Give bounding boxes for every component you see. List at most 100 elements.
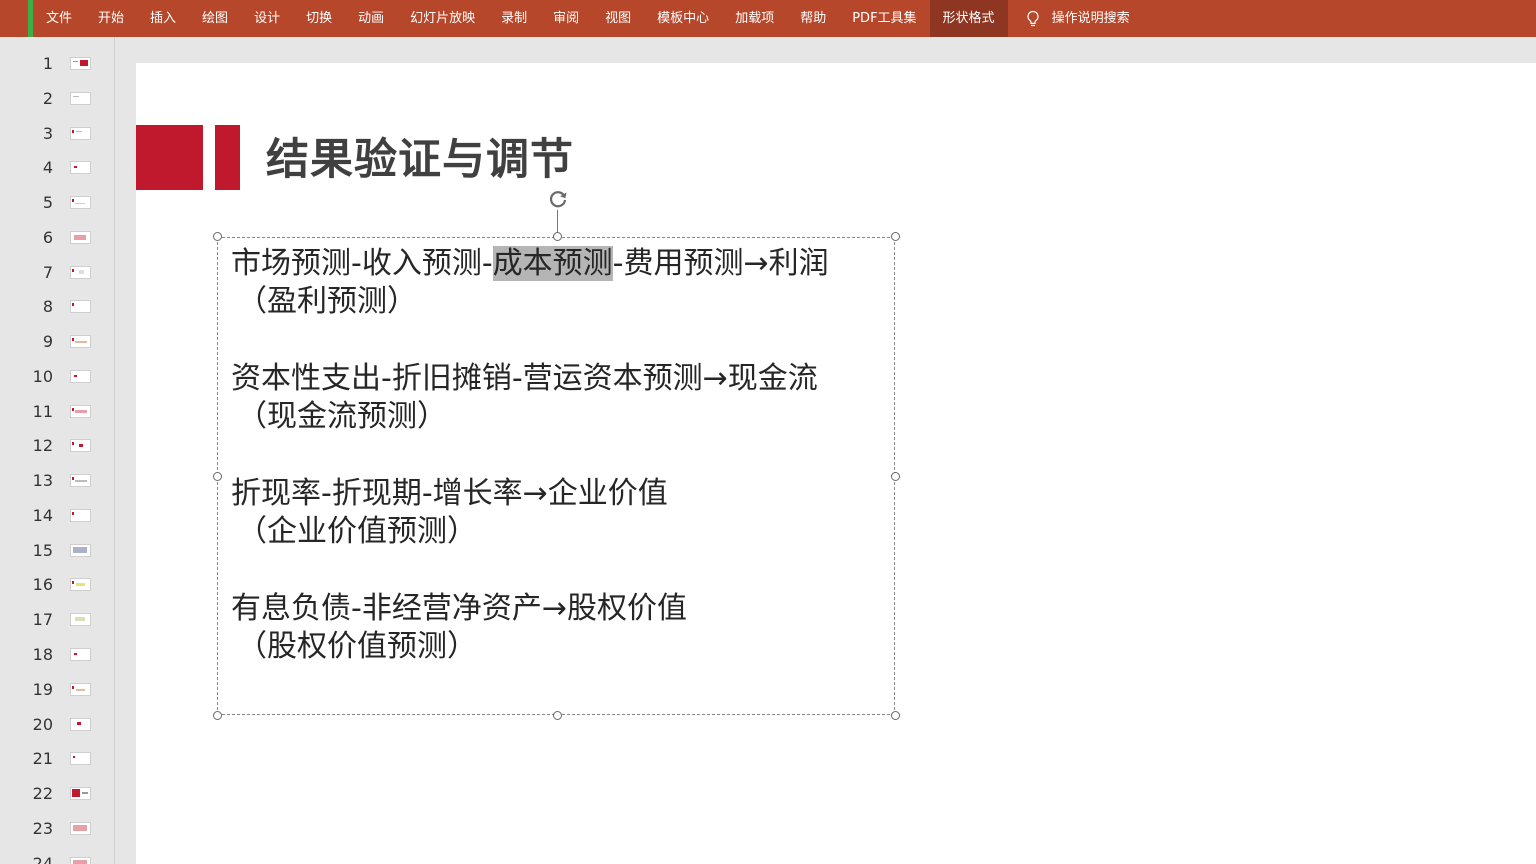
- paragraph-subline: （现金流预测）: [237, 399, 447, 434]
- slide-number: 10: [32, 367, 53, 386]
- slide-number: 9: [42, 332, 53, 351]
- slide-number: 17: [32, 610, 53, 629]
- paragraph-line: 资本性支出-折旧摊销-营运资本预测→现金流: [231, 361, 818, 396]
- slide-title[interactable]: 结果验证与调节: [266, 130, 574, 190]
- slide-thumbnail[interactable]: 14: [0, 500, 114, 530]
- tab-pdf-tools[interactable]: PDF工具集: [839, 0, 929, 37]
- slide-thumbnail[interactable]: 3: [0, 118, 114, 148]
- slide-thumbnail[interactable]: 7: [0, 257, 114, 287]
- line-text: 市场预测-收入预测-: [231, 246, 493, 281]
- slide-number: 22: [32, 784, 53, 803]
- tab-slideshow[interactable]: 幻灯片放映: [397, 0, 488, 37]
- slide-thumbnail[interactable]: 21: [0, 743, 114, 773]
- text-paragraph[interactable]: 市场预测-收入预测-成本预测-费用预测→利润 （盈利预测）: [231, 245, 829, 321]
- slide-thumbnail[interactable]: 4: [0, 152, 114, 182]
- slide-preview: [70, 683, 91, 696]
- tab-help[interactable]: 帮助: [787, 0, 839, 37]
- slide-number: 11: [32, 402, 53, 421]
- slide-thumbnail[interactable]: 11: [0, 396, 114, 426]
- tab-view[interactable]: 视图: [592, 0, 644, 37]
- slide-preview: [70, 544, 91, 557]
- slide-thumbnail[interactable]: 12: [0, 430, 114, 460]
- resize-handle-left[interactable]: [213, 472, 222, 481]
- tab-animations[interactable]: 动画: [345, 0, 397, 37]
- resize-handle-bottom-right[interactable]: [891, 711, 900, 720]
- tab-transitions[interactable]: 切换: [293, 0, 345, 37]
- resize-handle-right[interactable]: [891, 472, 900, 481]
- slide-preview: [70, 92, 91, 105]
- tab-template-center[interactable]: 模板中心: [644, 0, 722, 37]
- slide-thumbnail[interactable]: 23: [0, 813, 114, 843]
- slide-number: 13: [32, 471, 53, 490]
- tab-home[interactable]: 开始: [85, 0, 137, 37]
- resize-handle-bottom[interactable]: [553, 711, 562, 720]
- slide-thumbnail[interactable]: 6: [0, 222, 114, 252]
- text-paragraph[interactable]: 有息负债-非经营净资产→股权价值 （股权价值预测）: [231, 590, 687, 666]
- slide-thumbnail[interactable]: 9: [0, 326, 114, 356]
- slide-thumbnail[interactable]: 1: [0, 48, 114, 78]
- slide-preview: [70, 196, 91, 209]
- paragraph-line: 有息负债-非经营净资产→股权价值: [231, 591, 687, 626]
- slide-preview: [70, 857, 91, 864]
- resize-handle-top-right[interactable]: [891, 232, 900, 241]
- tab-file[interactable]: 文件: [33, 0, 85, 37]
- slide-thumbnail[interactable]: 24: [0, 848, 114, 864]
- title-accent-bar: [215, 125, 240, 190]
- slide-preview: [70, 439, 91, 452]
- tab-addins[interactable]: 加载项: [722, 0, 787, 37]
- slide-thumbnail[interactable]: 2: [0, 83, 114, 113]
- slide-number: 23: [32, 819, 53, 838]
- tab-draw[interactable]: 绘图: [189, 0, 241, 37]
- tab-record[interactable]: 录制: [488, 0, 540, 37]
- resize-handle-bottom-left[interactable]: [213, 711, 222, 720]
- slide-preview: [70, 613, 91, 626]
- slide-number: 8: [42, 297, 53, 316]
- slide-number: 6: [42, 228, 53, 247]
- slide-thumbnail[interactable]: 10: [0, 361, 114, 391]
- slide-thumbnail[interactable]: 15: [0, 535, 114, 565]
- resize-handle-top-left[interactable]: [213, 232, 222, 241]
- slide-number: 18: [32, 645, 53, 664]
- slide-thumbnail[interactable]: 17: [0, 604, 114, 634]
- slide-thumbnail[interactable]: 20: [0, 709, 114, 739]
- slide-preview: [70, 405, 91, 418]
- slide-thumbnail[interactable]: 5: [0, 187, 114, 217]
- slide-number: 3: [42, 124, 53, 143]
- slide-preview: [70, 57, 91, 70]
- slide-thumbnail-pane[interactable]: 1 2 3 4 5 6 7 8 9 10 11 12 13 14 15 16 1…: [0, 37, 115, 864]
- text-paragraph[interactable]: 资本性支出-折旧摊销-营运资本预测→现金流 （现金流预测）: [231, 360, 818, 436]
- slide-thumbnail[interactable]: 16: [0, 569, 114, 599]
- slide-thumbnail[interactable]: 13: [0, 465, 114, 495]
- tab-design[interactable]: 设计: [241, 0, 293, 37]
- slide-number: 14: [32, 506, 53, 525]
- slide-thumbnail[interactable]: 8: [0, 291, 114, 321]
- slide-preview: [70, 578, 91, 591]
- slide-preview: [70, 161, 91, 174]
- slide-preview: [70, 822, 91, 835]
- tell-me-search[interactable]: 操作说明搜索: [1008, 0, 1143, 37]
- slide-preview: [70, 474, 91, 487]
- slide-thumbnail[interactable]: 22: [0, 778, 114, 808]
- slide-preview: [70, 335, 91, 348]
- paragraph-subline: （股权价值预测）: [237, 629, 477, 664]
- slide-number: 1: [42, 54, 53, 73]
- tab-insert[interactable]: 插入: [137, 0, 189, 37]
- slide-number: 4: [42, 158, 53, 177]
- tab-shape-format[interactable]: 形状格式: [929, 0, 1008, 37]
- slide-preview: [70, 127, 91, 140]
- slide-thumbnail[interactable]: 19: [0, 674, 114, 704]
- selected-text[interactable]: 成本预测: [492, 246, 613, 281]
- paragraph-line: 市场预测-收入预测-成本预测-费用预测→利润: [231, 246, 829, 281]
- slide-number: 16: [32, 575, 53, 594]
- rotate-handle-icon[interactable]: [545, 186, 571, 216]
- slide-number: 20: [32, 715, 53, 734]
- slide-preview: [70, 370, 91, 383]
- paragraph-subline: （盈利预测）: [237, 284, 417, 319]
- text-paragraph[interactable]: 折现率-折现期-增长率→企业价值 （企业价值预测）: [231, 475, 668, 551]
- slide-preview: [70, 266, 91, 279]
- tab-review[interactable]: 审阅: [540, 0, 592, 37]
- slide-thumbnail[interactable]: 18: [0, 639, 114, 669]
- slide-number: 7: [42, 263, 53, 282]
- slide-preview: [70, 300, 91, 313]
- resize-handle-top[interactable]: [553, 232, 562, 241]
